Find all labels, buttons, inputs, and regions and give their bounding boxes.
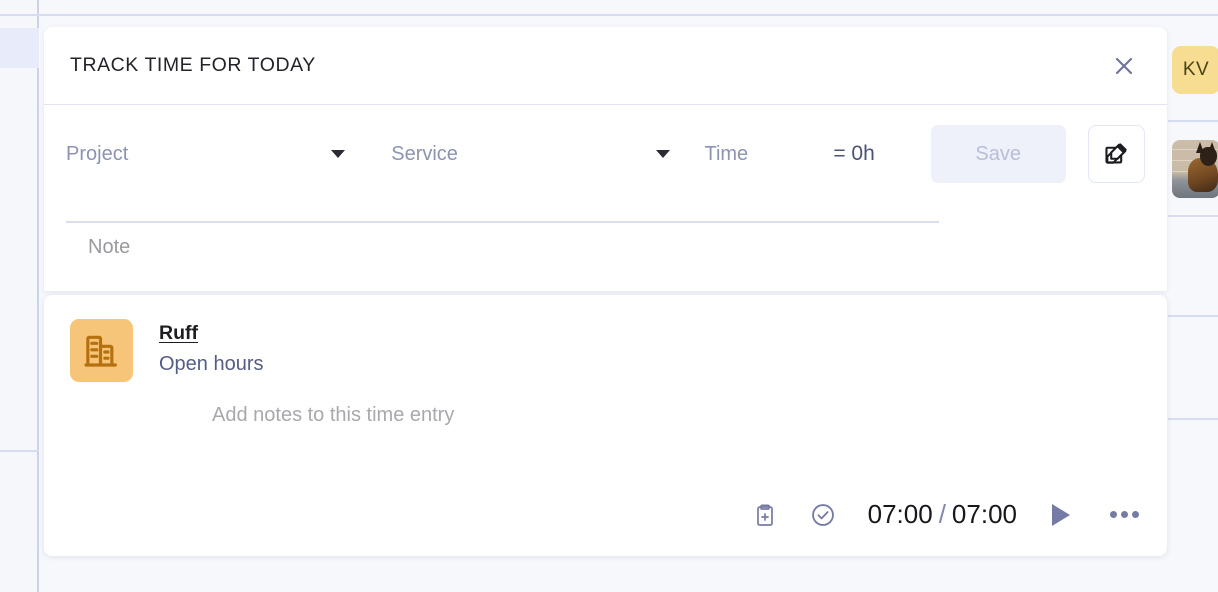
service-placeholder: Service (391, 142, 458, 165)
entry-times: 07:00/07:00 (868, 499, 1017, 530)
thumbnail-image[interactable] (1172, 140, 1218, 198)
time-tracked: 07:00 (867, 499, 933, 529)
time-total: 07:00 (951, 499, 1017, 529)
background-divider (0, 450, 39, 452)
company-link[interactable]: Ruff (159, 322, 198, 345)
time-entry-footer: 07:00/07:00 (750, 499, 1141, 530)
background-left-column (0, 0, 39, 592)
background-divider (1168, 14, 1218, 16)
time-entry-header: Ruff Open hours (70, 319, 1141, 382)
edit-button[interactable] (1087, 125, 1146, 183)
entry-note-input[interactable]: Add notes to this time entry (212, 404, 1141, 427)
modal-title: TRACK TIME FOR TODAY (70, 54, 316, 76)
close-icon-glyph (1115, 57, 1133, 74)
project-select[interactable]: Project (66, 142, 346, 166)
clipboard-plus-icon[interactable] (750, 500, 780, 530)
note-placeholder: Note (88, 235, 131, 258)
service-label: Open hours (159, 353, 264, 375)
time-total-value: = 0h (833, 142, 875, 165)
chevron-down-icon (331, 150, 346, 158)
check-circle-icon-glyph (811, 503, 834, 526)
play-icon-glyph (1052, 503, 1070, 526)
background-divider (1168, 120, 1218, 122)
check-circle-icon[interactable] (808, 500, 838, 530)
edit-icon (1105, 143, 1127, 164)
form-fields-row: Project Service Time = 0h Save (66, 105, 1146, 203)
time-input[interactable]: Time (704, 143, 821, 166)
service-select[interactable]: Service (391, 142, 671, 166)
modal-header: TRACK TIME FOR TODAY (44, 27, 1167, 105)
time-separator: / (938, 499, 946, 529)
track-time-modal: TRACK TIME FOR TODAY Project Service Tim… (44, 27, 1167, 556)
note-input[interactable]: Note (66, 203, 1145, 291)
avatar-initials: KV (1182, 59, 1210, 80)
form-underline (66, 221, 939, 223)
save-button[interactable]: Save (930, 125, 1066, 183)
time-placeholder: Time (704, 142, 749, 165)
close-icon[interactable] (1107, 49, 1141, 83)
building-icon (70, 319, 133, 382)
modal-form: Project Service Time = 0h Save Note (44, 105, 1167, 291)
more-dot (1109, 511, 1117, 518)
building-icon-glyph (83, 335, 117, 367)
time-entry-card: Ruff Open hours Add notes to this time e… (44, 295, 1167, 556)
more-options-icon[interactable] (1107, 502, 1141, 528)
background-highlighted-row (0, 28, 39, 68)
modal-form-panel: TRACK TIME FOR TODAY Project Service Tim… (44, 27, 1167, 291)
more-dot (1131, 511, 1139, 518)
background-divider (0, 14, 1218, 16)
play-icon[interactable] (1047, 501, 1075, 529)
time-entry-text: Ruff Open hours (159, 319, 264, 376)
chevron-down-icon (656, 150, 671, 158)
background-divider (1168, 215, 1218, 217)
avatar[interactable]: KV (1172, 46, 1218, 94)
clipboard-plus-icon-glyph (756, 504, 773, 526)
background-divider (1168, 418, 1218, 420)
background-divider (1168, 315, 1218, 317)
more-dot (1120, 511, 1128, 518)
project-placeholder: Project (66, 142, 129, 165)
